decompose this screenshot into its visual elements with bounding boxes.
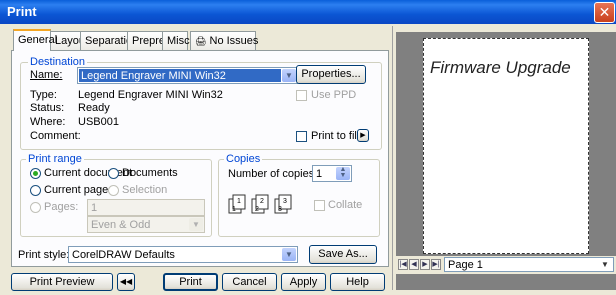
cancel-label: Cancel: [232, 276, 267, 288]
even-odd-select[interactable]: Even & Odd ▼: [87, 216, 205, 233]
tab-separations[interactable]: Separations: [80, 31, 144, 50]
printer-check-icon: 🖨: [195, 36, 207, 46]
first-page-icon[interactable]: |◀: [398, 259, 408, 270]
use-ppd-checkbox[interactable]: [296, 90, 307, 101]
title-bar: Print: [0, 0, 616, 24]
number-of-copies-label: Number of copies:: [228, 168, 318, 180]
selection-radio[interactable]: [108, 185, 119, 196]
status-value: Ready: [78, 102, 110, 114]
where-label: Where:: [30, 116, 66, 128]
svg-text:1: 1: [237, 198, 241, 205]
print-preview-label: Print Preview: [29, 276, 95, 288]
tab-label: General: [18, 34, 58, 46]
chevron-down-icon: ▼: [189, 218, 203, 231]
current-document-radio[interactable]: [30, 168, 41, 179]
copies-legend: Copies: [224, 153, 263, 165]
svg-text:2: 2: [260, 198, 264, 205]
svg-text:3: 3: [278, 206, 282, 213]
pages-input[interactable]: 1: [87, 199, 205, 216]
next-page-icon[interactable]: ▶: [420, 259, 430, 270]
name-label-text: Name:: [30, 69, 63, 81]
chevron-down-icon: ▼: [282, 248, 296, 261]
current-page-label: Current page: [44, 184, 109, 196]
selection-label: Selection: [122, 184, 168, 196]
collate-checkbox[interactable]: [314, 200, 325, 211]
cancel-button[interactable]: Cancel: [222, 273, 277, 291]
preview-page-text: Firmware Upgrade: [430, 58, 571, 77]
copies-spinner[interactable]: 1 ▲ ▼: [312, 165, 352, 182]
apply-button[interactable]: Apply: [281, 273, 326, 291]
tab-prepress[interactable]: Prepress: [127, 31, 176, 50]
panel-divider: [392, 26, 393, 290]
current-page-radio[interactable]: [30, 185, 41, 196]
print-to-file-checkbox[interactable]: [296, 131, 307, 142]
even-odd-value: Even & Odd: [91, 219, 151, 231]
print-range-legend: Print range: [26, 153, 84, 165]
properties-label: Properties...: [301, 68, 361, 80]
svg-text:1: 1: [232, 206, 236, 213]
print-label: Print: [179, 276, 202, 288]
documents-label: Documents: [122, 167, 178, 179]
previous-page-icon[interactable]: ◀: [409, 259, 419, 270]
print-button[interactable]: Print: [163, 273, 218, 291]
collate-preview-icon: 1 1 2 2 3 3: [228, 194, 294, 214]
tab-label: Misc: [167, 35, 190, 47]
close-icon: ✕: [598, 4, 611, 20]
tab-misc[interactable]: Misc: [162, 31, 190, 50]
pages-label: Pages:: [44, 201, 79, 213]
tab-label: No Issues: [209, 35, 259, 47]
where-value: USB001: [78, 116, 119, 128]
properties-button[interactable]: Properties...: [296, 65, 366, 84]
save-as-label: Save As...: [318, 248, 368, 260]
pages-value: 1: [91, 202, 98, 214]
svg-text:3: 3: [283, 198, 287, 205]
spinner-arrows-icon[interactable]: ▲ ▼: [336, 166, 350, 180]
last-page-icon[interactable]: ▶|: [431, 259, 441, 270]
double-chevron-left-icon: ◀◀: [119, 277, 133, 286]
name-label: Name:: [30, 68, 62, 82]
use-ppd-label: Use PPD: [311, 89, 357, 101]
svg-text:2: 2: [255, 206, 259, 213]
print-to-file-options-button[interactable]: ▶: [357, 129, 369, 142]
close-button[interactable]: ✕: [594, 2, 615, 23]
save-as-button[interactable]: Save As...: [309, 245, 377, 264]
page-selector[interactable]: Page 1 ▼: [444, 257, 614, 272]
printer-name-select[interactable]: Legend Engraver MINI Win32 ▼: [77, 67, 298, 84]
documents-radio[interactable]: [108, 168, 119, 179]
print-preview-button[interactable]: Print Preview: [11, 273, 113, 291]
collapse-preview-button[interactable]: ◀◀: [117, 273, 135, 291]
chevron-down-icon: ▼: [282, 69, 296, 82]
tab-no-issues[interactable]: 🖨 No Issues: [190, 31, 259, 50]
help-button[interactable]: Help: [330, 273, 385, 291]
tab-general[interactable]: General: [13, 29, 57, 51]
print-style-value: CorelDRAW Defaults: [72, 249, 175, 261]
print-style-label: Print style:: [18, 249, 70, 261]
type-value: Legend Engraver MINI Win32: [78, 89, 223, 101]
help-label: Help: [346, 276, 369, 288]
copies-value: 1: [316, 168, 323, 180]
printer-name-value: Legend Engraver MINI Win32: [81, 70, 226, 82]
print-style-select[interactable]: CorelDRAW Defaults ▼: [68, 246, 298, 263]
type-label: Type:: [30, 89, 57, 101]
pages-radio[interactable]: [30, 202, 41, 213]
status-label: Status:: [30, 102, 65, 114]
window-title: Print: [7, 4, 37, 19]
print-to-file-label: Print to file: [311, 130, 363, 142]
page-selector-value: Page 1: [448, 259, 483, 271]
chevron-down-icon: ▼: [601, 260, 609, 269]
comment-label: Comment:: [30, 130, 81, 142]
collate-label: Collate: [328, 199, 363, 211]
apply-label: Apply: [289, 276, 318, 288]
arrow-right-icon: ▶: [360, 132, 366, 139]
